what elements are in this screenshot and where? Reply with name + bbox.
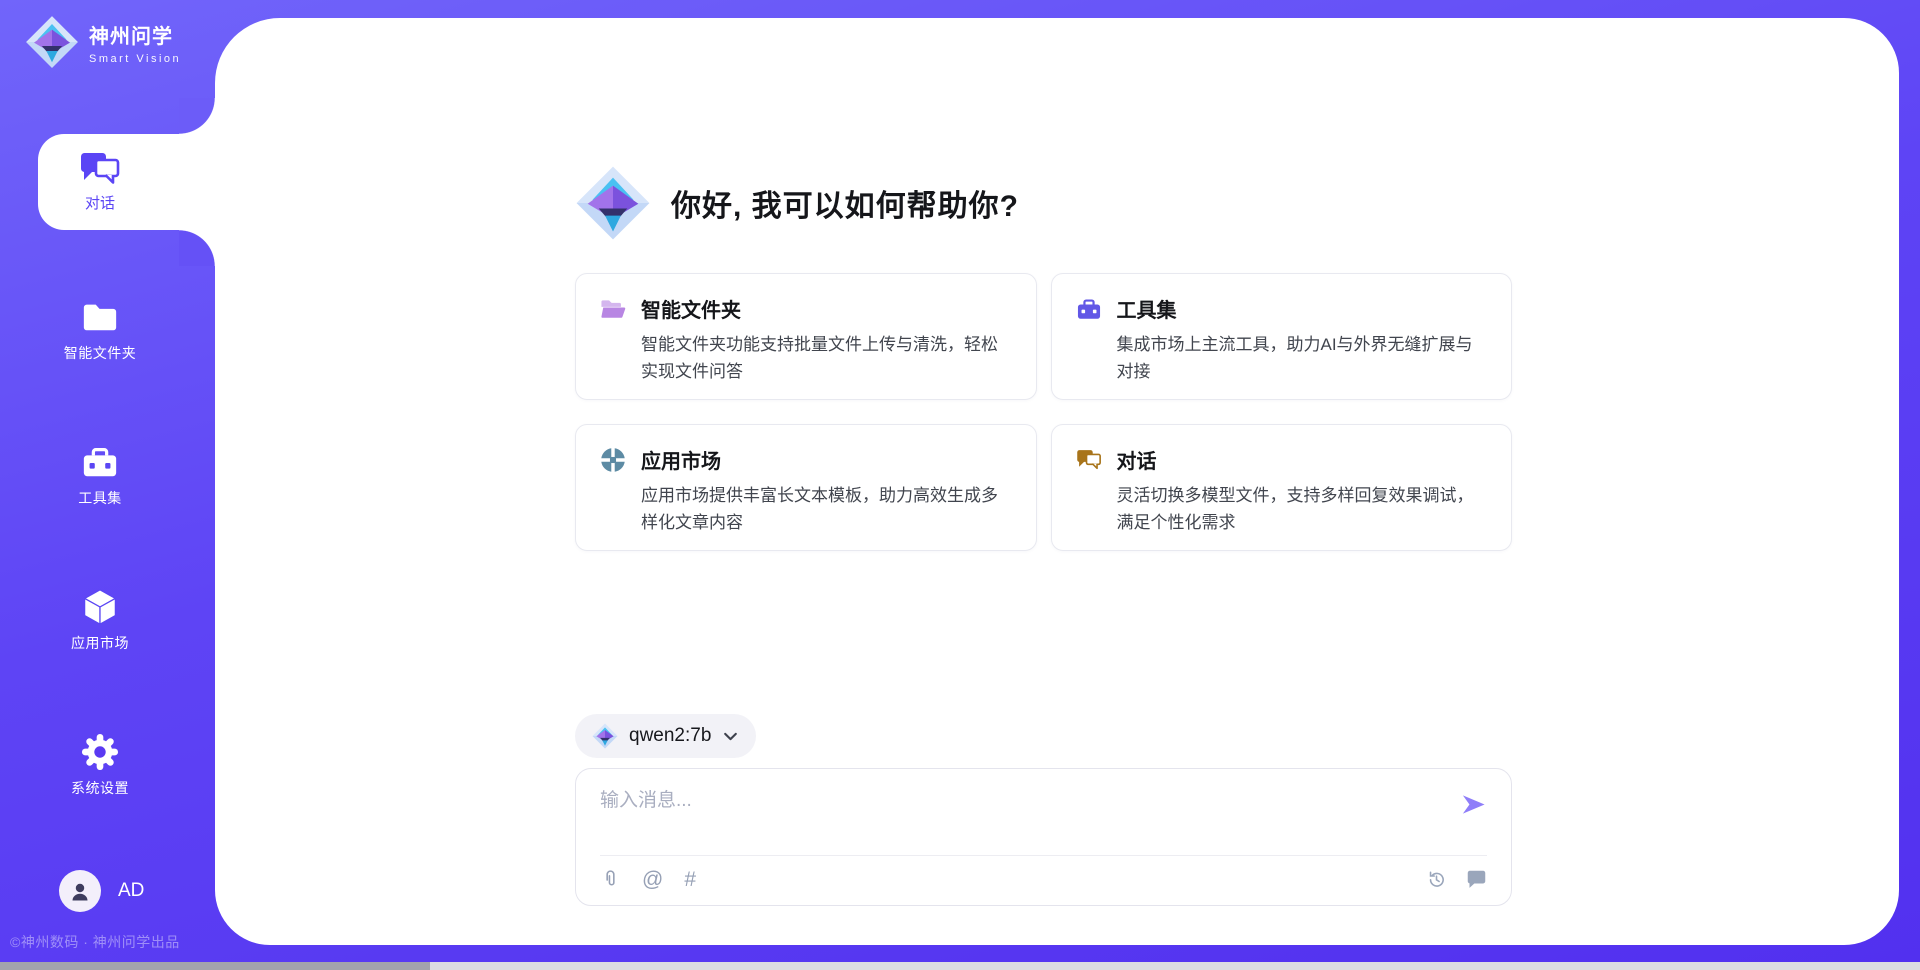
brand: 神州问学 Smart Vision: [25, 15, 181, 69]
chat-bubble-icon[interactable]: [1466, 869, 1487, 890]
card-chat[interactable]: 对话 灵活切换多模型文件，支持多样回复效果调试，满足个性化需求: [1051, 424, 1513, 551]
feature-cards: 智能文件夹 智能文件夹功能支持批量文件上传与清洗，轻松实现文件问答 工具集 集成…: [575, 273, 1512, 551]
message-input[interactable]: [600, 785, 1447, 843]
composer: @ #: [575, 768, 1512, 906]
card-smart-folder[interactable]: 智能文件夹 智能文件夹功能支持批量文件上传与清洗，轻松实现文件问答: [575, 273, 1037, 400]
tab-fillet-top: [179, 98, 215, 134]
sidebar-item-label: 对话: [85, 192, 115, 213]
model-selector[interactable]: qwen2:7b: [575, 714, 756, 758]
folder-open-icon: [600, 296, 626, 322]
user-menu[interactable]: AD: [59, 870, 144, 912]
card-title: 工具集: [1117, 294, 1177, 323]
sidebar: 神州问学 Smart Vision 对话 智能文件夹 工具集 应用市场 系统设置: [0, 0, 215, 970]
sidebar-item-label: 工具集: [78, 488, 122, 508]
brand-diamond-icon: [25, 15, 79, 69]
person-icon: [68, 879, 92, 903]
sidebar-item-toolset[interactable]: 工具集: [0, 443, 200, 508]
sidebar-item-label: 应用市场: [71, 633, 129, 653]
model-name: qwen2:7b: [629, 725, 711, 747]
card-toolset[interactable]: 工具集 集成市场上主流工具，助力AI与外界无缝扩展与对接: [1051, 273, 1513, 400]
send-icon[interactable]: [1460, 791, 1487, 818]
grid-icon: [600, 447, 626, 473]
sidebar-item-settings[interactable]: 系统设置: [0, 733, 200, 798]
gear-icon: [81, 733, 119, 771]
user-name: AD: [118, 880, 144, 902]
card-desc: 集成市场上主流工具，助力AI与外界无缝扩展与对接: [1117, 331, 1488, 385]
sidebar-item-app-market[interactable]: 应用市场: [0, 588, 200, 653]
sidebar-item-smart-folder[interactable]: 智能文件夹: [0, 298, 200, 363]
greeting-row: 你好, 我可以如何帮助你?: [575, 165, 1512, 241]
sidebar-item-label: 智能文件夹: [64, 343, 137, 363]
card-desc: 智能文件夹功能支持批量文件上传与清洗，轻松实现文件问答: [641, 331, 1012, 385]
model-logo-icon: [592, 723, 618, 749]
scrollbar-thumb[interactable]: [0, 962, 430, 970]
card-desc: 应用市场提供丰富长文本模板，助力高效生成多样化文章内容: [641, 482, 1012, 536]
horizontal-scrollbar[interactable]: [0, 962, 1920, 970]
card-title: 对话: [1117, 445, 1157, 474]
page-title: 你好, 我可以如何帮助你?: [671, 181, 1019, 225]
card-title: 应用市场: [641, 445, 721, 474]
history-icon[interactable]: [1426, 869, 1447, 890]
main-content: 你好, 我可以如何帮助你? 智能文件夹 智能文件夹功能支持批量文件上传与清洗，轻…: [575, 18, 1512, 906]
sidebar-item-chat[interactable]: 对话: [38, 134, 215, 230]
chevron-down-icon: [722, 728, 739, 745]
avatar: [59, 870, 101, 912]
chat-icon: [79, 151, 121, 187]
folder-icon: [81, 298, 119, 336]
brand-subtitle: Smart Vision: [89, 53, 181, 65]
card-desc: 灵活切换多模型文件，支持多样回复效果调试，满足个性化需求: [1117, 482, 1488, 536]
card-title: 智能文件夹: [641, 294, 741, 323]
chat-icon: [1076, 447, 1102, 473]
sidebar-item-label: 系统设置: [71, 778, 129, 798]
tab-fillet-bottom: [179, 230, 215, 266]
sidebar-footer: ©神州数码 · 神州问学出品: [10, 932, 180, 952]
paperclip-icon[interactable]: [600, 869, 621, 890]
mention-icon[interactable]: @: [642, 869, 663, 890]
composer-divider: [600, 855, 1487, 856]
card-app-market[interactable]: 应用市场 应用市场提供丰富长文本模板，助力高效生成多样化文章内容: [575, 424, 1037, 551]
brand-name: 神州问学: [89, 20, 181, 49]
toolbox-icon: [81, 443, 119, 481]
toolbox-icon: [1076, 296, 1102, 322]
cube-icon: [81, 588, 119, 626]
hash-icon[interactable]: #: [684, 869, 696, 890]
composer-toolbar: @ #: [600, 869, 1487, 890]
brand-diamond-icon: [575, 165, 651, 241]
main-panel: 你好, 我可以如何帮助你? 智能文件夹 智能文件夹功能支持批量文件上传与清洗，轻…: [215, 18, 1899, 945]
